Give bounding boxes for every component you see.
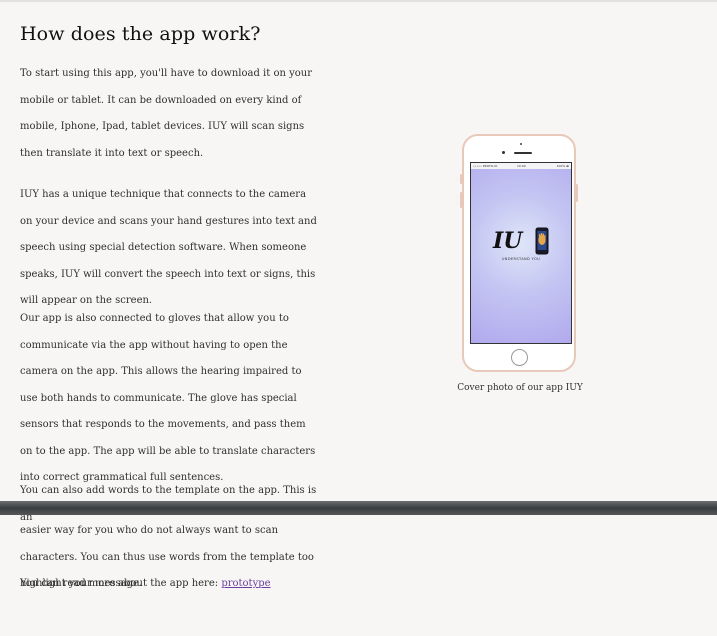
status-carrier: ••••• PROTO.IO	[473, 164, 498, 168]
paragraph-download: To start using this app, you'll have to …	[20, 68, 312, 159]
home-button-icon	[511, 349, 528, 366]
phone-camera-icon	[502, 151, 505, 154]
status-time: 10:00	[517, 164, 526, 168]
phone-frame: ••••• PROTO.IO 10:00 100% ▬ IU UNDERSTAN…	[462, 134, 576, 372]
phone-status-bar: ••••• PROTO.IO 10:00 100% ▬	[471, 163, 571, 169]
phone-speaker-icon	[514, 152, 532, 154]
prototype-link[interactable]: prototype	[221, 578, 270, 589]
top-border	[0, 0, 717, 2]
read-more-line: You can read more about the app here: pr…	[20, 571, 320, 598]
paragraph-gloves: Our app is also connected to gloves that…	[20, 313, 316, 483]
phone-mockup-figure: ••••• PROTO.IO 10:00 100% ▬ IU UNDERSTAN…	[460, 134, 580, 374]
page-title: How does the app work?	[20, 23, 261, 45]
read-more-text: You can read more about the app here:	[20, 578, 222, 589]
app-tagline: UNDERSTAND YOU	[501, 257, 541, 261]
hand-phone-icon	[535, 227, 549, 255]
app-logo-text: IU	[493, 228, 523, 254]
figure-caption: Cover photo of our app IUY	[457, 383, 583, 393]
app-logo: IU UNDERSTAND YOU	[471, 225, 571, 265]
phone-power-button	[576, 184, 578, 202]
status-battery: 100% ▬	[556, 164, 569, 168]
window-divider-bar	[0, 501, 717, 515]
phone-screen: ••••• PROTO.IO 10:00 100% ▬ IU UNDERSTAN…	[470, 162, 572, 344]
phone-sensor-icon	[520, 143, 522, 145]
paragraph-camera: IUY has a unique technique that connects…	[20, 189, 317, 306]
